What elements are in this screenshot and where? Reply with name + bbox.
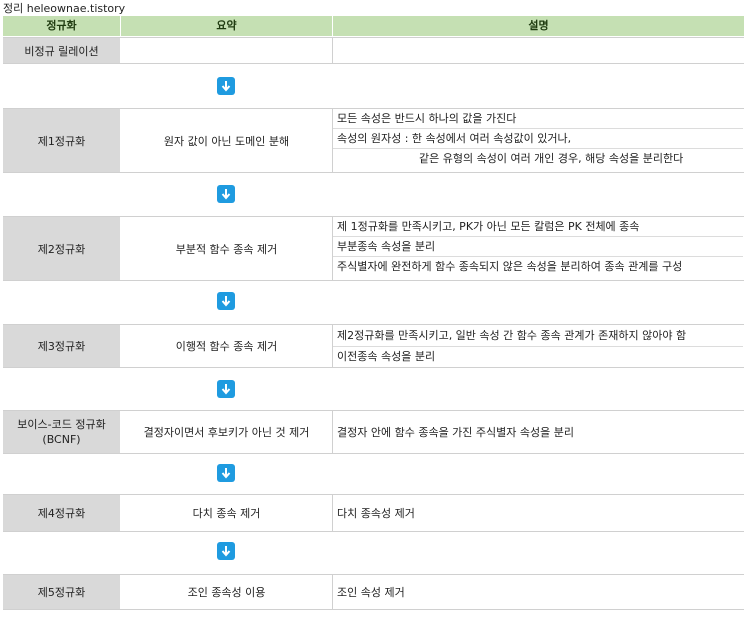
arrow-down-icon [217,464,235,482]
desc-line: 모든 속성은 반드시 하나의 값을 가진다 [333,109,743,129]
row-summary-4nf: 다치 종속 제거 [192,507,261,520]
arrow-down-icon [217,542,235,560]
desc-line: 다치 종속성 제거 [337,506,415,520]
desc-line: 조인 속성 제거 [337,585,405,599]
header-col-description: 설명 [333,16,744,36]
header-col-normalization: 정규화 [3,16,120,36]
desc-line: 제 1정규화를 만족시키고, PK가 아닌 모든 칼럼은 PK 전체에 종속 [333,217,743,237]
page-caption: 정리 heleownae.tistory [3,2,126,15]
arrow-down-icon [217,380,235,398]
arrow-down-icon [217,77,235,95]
desc-line: 주식별자에 완전하게 함수 종속되지 않은 속성을 분리하여 종속 관계를 구성 [337,260,683,273]
desc-line: 결정자 안에 함수 종속을 가진 주식별자 속성을 분리 [337,425,574,439]
desc-line: 속성의 원자성 : 한 속성에서 여러 속성값이 있거나, [333,129,743,149]
row-name-5nf: 제5정규화 [3,575,120,609]
row-name-1nf: 제1정규화 [3,109,120,172]
row-name-3nf: 제3정규화 [3,325,120,367]
row-summary-3nf: 이행적 함수 종속 제거 [175,340,278,353]
desc-line: 부분종속 속성을 분리 [333,237,743,257]
desc-line: 제2정규화를 만족시키고, 일반 속성 간 함수 종속 관계가 존재하지 않아야… [333,325,743,347]
row-summary-1nf: 원자 값이 아닌 도메인 분해 [163,134,290,148]
row-summary-2nf: 부분적 함수 종속 제거 [175,242,278,256]
row-name-bcnf: 보이스-코드 정규화 (BCNF) [3,411,120,453]
arrow-down-icon [217,185,235,203]
row-name-unnormalized: 비정규 릴레이션 [3,38,120,63]
arrow-down-icon [217,292,235,310]
row-summary-5nf: 조인 종속성 이용 [187,586,266,599]
desc-line: 이전종속 속성을 분리 [337,350,436,363]
header-col-summary: 요약 [121,16,332,36]
row-name-2nf: 제2정규화 [3,217,120,280]
row-summary-bcnf: 결정자이면서 후보키가 아닌 것 제거 [143,426,310,439]
desc-line: 같은 유형의 속성이 여러 개인 경우, 해당 속성을 분리한다 [419,152,684,165]
row-name-4nf: 제4정규화 [3,495,120,531]
